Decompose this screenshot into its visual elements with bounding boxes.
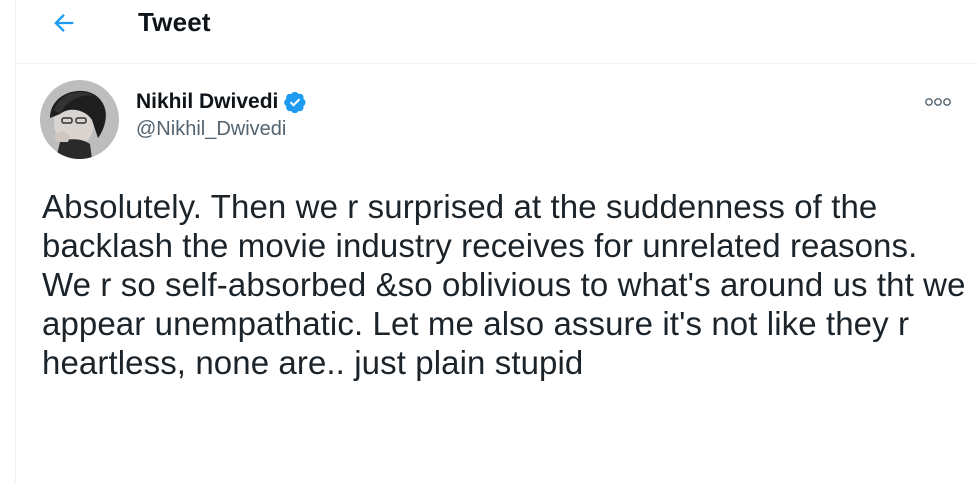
author-handle[interactable]: @Nikhil_Dwivedi [136,118,307,141]
verified-badge-icon [284,91,306,114]
name-row: Nikhil Dwivedi [136,88,307,116]
author-display-name[interactable]: Nikhil Dwivedi [136,90,278,114]
author-info: Nikhil Dwivedi @Nikhil_Dwivedi [136,88,307,141]
profile-photo-icon [40,80,119,159]
more-options-button[interactable] [920,90,956,114]
back-button[interactable] [46,5,82,41]
tweet-text: Absolutely. Then we r surprised at the s… [42,188,966,381]
page-header: Tweet [16,0,978,64]
tweet-page: Tweet Nikhil Dwivedi @Nikhil_Dwivedi Abs… [0,0,978,483]
back-arrow-icon [54,14,74,32]
timeline-column: Tweet Nikhil Dwivedi @Nikhil_Dwivedi Abs… [15,0,978,483]
more-options-icon [925,98,951,106]
page-title: Tweet [138,7,211,37]
avatar[interactable] [40,80,119,159]
